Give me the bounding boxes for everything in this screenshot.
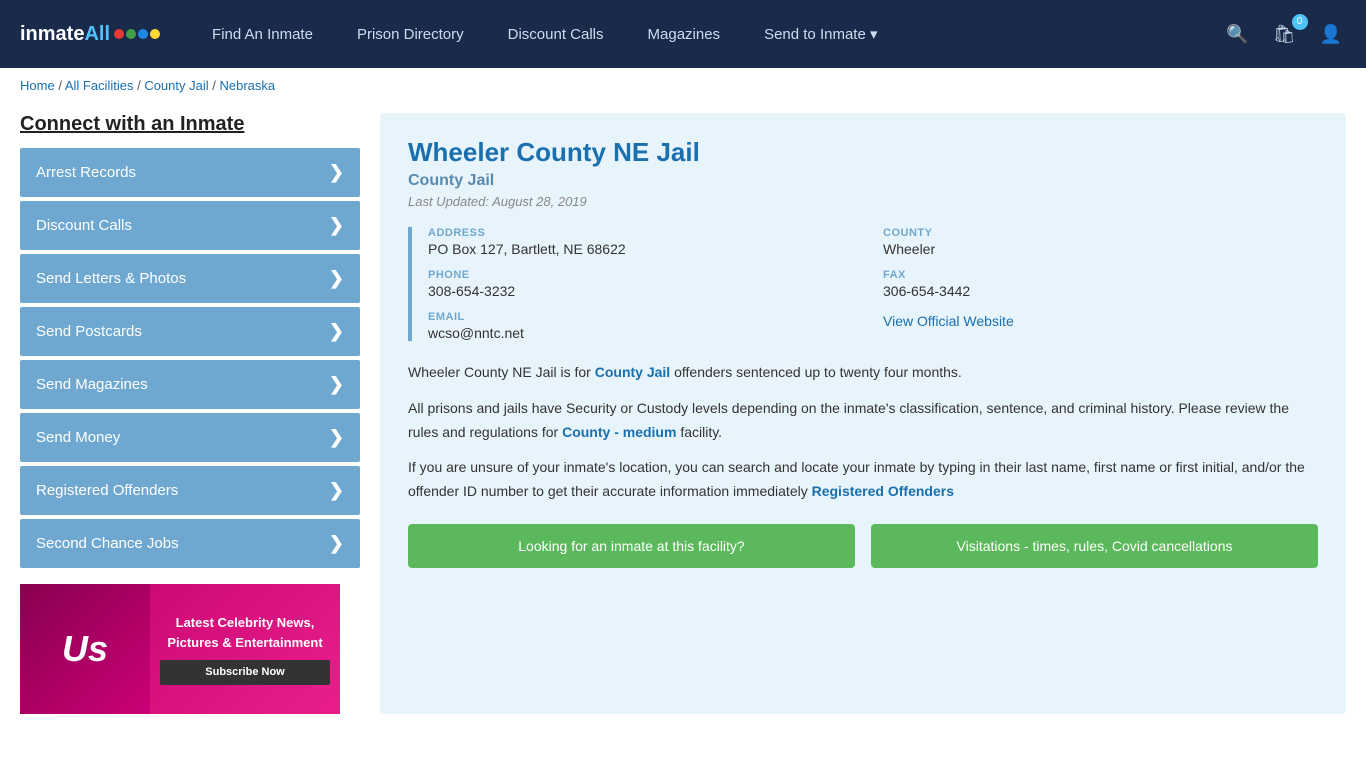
phone-label: PHONE bbox=[428, 269, 863, 281]
sidebar-send-postcards-label: Send Postcards bbox=[36, 323, 142, 340]
main-content: Connect with an Inmate Arrest Records ❯ … bbox=[0, 103, 1366, 744]
visitations-button[interactable]: Visitations - times, rules, Covid cancel… bbox=[871, 524, 1318, 568]
county-medium-link[interactable]: County - medium bbox=[562, 424, 676, 440]
description-block: Wheeler County NE Jail is for County Jai… bbox=[408, 361, 1318, 504]
nav-discount-calls[interactable]: Discount Calls bbox=[486, 0, 626, 68]
sidebar-registered-offenders[interactable]: Registered Offenders ❯ bbox=[20, 466, 360, 515]
phone-value: 308-654-3232 bbox=[428, 283, 863, 299]
county-value: Wheeler bbox=[883, 241, 1318, 257]
email-label: EMAIL bbox=[428, 311, 863, 323]
detail-panel: Wheeler County NE Jail County Jail Last … bbox=[380, 113, 1346, 714]
logo[interactable]: inmateAll bbox=[20, 23, 160, 46]
ad-text-block: Latest Celebrity News, Pictures & Entert… bbox=[150, 603, 340, 695]
sidebar-ad: Us Latest Celebrity News, Pictures & Ent… bbox=[20, 584, 340, 714]
fax-label: FAX bbox=[883, 269, 1318, 281]
search-icon[interactable]: 🔍 bbox=[1222, 20, 1252, 49]
sidebar-send-letters-label: Send Letters & Photos bbox=[36, 270, 186, 287]
chevron-right-icon: ❯ bbox=[329, 427, 344, 448]
circle-green bbox=[126, 29, 136, 39]
ad-image-area: Us bbox=[20, 584, 150, 714]
facility-updated: Last Updated: August 28, 2019 bbox=[408, 194, 1318, 209]
chevron-right-icon: ❯ bbox=[329, 215, 344, 236]
nav-prison-directory[interactable]: Prison Directory bbox=[335, 0, 486, 68]
chevron-right-icon: ❯ bbox=[329, 533, 344, 554]
ad-subscribe-button[interactable]: Subscribe Now bbox=[160, 660, 330, 685]
description-paragraph-1: Wheeler County NE Jail is for County Jai… bbox=[408, 361, 1318, 385]
sidebar-send-postcards[interactable]: Send Postcards ❯ bbox=[20, 307, 360, 356]
chevron-right-icon: ❯ bbox=[329, 374, 344, 395]
breadcrumb-county-jail[interactable]: County Jail bbox=[144, 78, 208, 93]
fax-block: FAX 306-654-3442 bbox=[883, 269, 1318, 299]
chevron-right-icon: ❯ bbox=[329, 321, 344, 342]
sidebar-registered-offenders-label: Registered Offenders bbox=[36, 482, 178, 499]
cart-count: 0 bbox=[1292, 14, 1308, 30]
sidebar-send-magazines-label: Send Magazines bbox=[36, 376, 148, 393]
ad-logo: Us bbox=[62, 628, 108, 670]
navigation: inmateAll Find An Inmate Prison Director… bbox=[0, 0, 1366, 68]
view-official-website-link[interactable]: View Official Website bbox=[883, 313, 1014, 329]
address-value: PO Box 127, Bartlett, NE 68622 bbox=[428, 241, 863, 257]
logo-text-inmate: inmate bbox=[20, 23, 84, 46]
logo-text-all: All bbox=[84, 23, 110, 46]
circle-red bbox=[114, 29, 124, 39]
fax-value: 306-654-3442 bbox=[883, 283, 1318, 299]
website-block: View Official Website bbox=[883, 311, 1318, 341]
description-paragraph-2: All prisons and jails have Security or C… bbox=[408, 397, 1318, 445]
address-label: ADDRESS bbox=[428, 227, 863, 239]
info-grid: ADDRESS PO Box 127, Bartlett, NE 68622 C… bbox=[408, 227, 1318, 341]
logo-circles bbox=[114, 29, 160, 39]
sidebar-discount-calls-label: Discount Calls bbox=[36, 217, 132, 234]
county-block: COUNTY Wheeler bbox=[883, 227, 1318, 257]
action-buttons: Looking for an inmate at this facility? … bbox=[408, 524, 1318, 568]
email-block: EMAIL wcso@nntc.net bbox=[428, 311, 863, 341]
circle-blue bbox=[138, 29, 148, 39]
facility-name: Wheeler County NE Jail bbox=[408, 137, 1318, 168]
sidebar: Connect with an Inmate Arrest Records ❯ … bbox=[20, 113, 360, 714]
sidebar-send-money-label: Send Money bbox=[36, 429, 120, 446]
sidebar-arrest-records-label: Arrest Records bbox=[36, 164, 136, 181]
description-paragraph-3: If you are unsure of your inmate's locat… bbox=[408, 456, 1318, 504]
sidebar-title: Connect with an Inmate bbox=[20, 113, 360, 136]
breadcrumb-state[interactable]: Nebraska bbox=[219, 78, 275, 93]
sidebar-arrest-records[interactable]: Arrest Records ❯ bbox=[20, 148, 360, 197]
nav-find-an-inmate[interactable]: Find An Inmate bbox=[190, 0, 335, 68]
chevron-right-icon: ❯ bbox=[329, 268, 344, 289]
address-block: ADDRESS PO Box 127, Bartlett, NE 68622 bbox=[428, 227, 863, 257]
sidebar-discount-calls[interactable]: Discount Calls ❯ bbox=[20, 201, 360, 250]
sidebar-second-chance-jobs-label: Second Chance Jobs bbox=[36, 535, 179, 552]
looking-for-inmate-button[interactable]: Looking for an inmate at this facility? bbox=[408, 524, 855, 568]
chevron-right-icon: ❯ bbox=[329, 162, 344, 183]
nav-links: Find An Inmate Prison Directory Discount… bbox=[190, 0, 1222, 68]
sidebar-send-magazines[interactable]: Send Magazines ❯ bbox=[20, 360, 360, 409]
breadcrumb: Home / All Facilities / County Jail / Ne… bbox=[0, 68, 1366, 103]
breadcrumb-home[interactable]: Home bbox=[20, 78, 55, 93]
user-icon[interactable]: 👤 bbox=[1316, 20, 1346, 49]
nav-right: 🔍 🛍 0 👤 bbox=[1222, 20, 1346, 49]
nav-send-to-inmate[interactable]: Send to Inmate ▾ bbox=[742, 0, 899, 68]
phone-block: PHONE 308-654-3232 bbox=[428, 269, 863, 299]
county-label: COUNTY bbox=[883, 227, 1318, 239]
registered-offenders-link[interactable]: Registered Offenders bbox=[812, 483, 954, 499]
sidebar-send-money[interactable]: Send Money ❯ bbox=[20, 413, 360, 462]
cart-badge[interactable]: 🛍 0 bbox=[1269, 20, 1300, 49]
nav-magazines[interactable]: Magazines bbox=[626, 0, 743, 68]
facility-type: County Jail bbox=[408, 172, 1318, 190]
sidebar-send-letters[interactable]: Send Letters & Photos ❯ bbox=[20, 254, 360, 303]
chevron-right-icon: ❯ bbox=[329, 480, 344, 501]
sidebar-second-chance-jobs[interactable]: Second Chance Jobs ❯ bbox=[20, 519, 360, 568]
ad-headline: Latest Celebrity News, Pictures & Entert… bbox=[167, 615, 322, 650]
county-jail-link[interactable]: County Jail bbox=[595, 364, 670, 380]
breadcrumb-all-facilities[interactable]: All Facilities bbox=[65, 78, 134, 93]
circle-yellow bbox=[150, 29, 160, 39]
email-value: wcso@nntc.net bbox=[428, 325, 863, 341]
